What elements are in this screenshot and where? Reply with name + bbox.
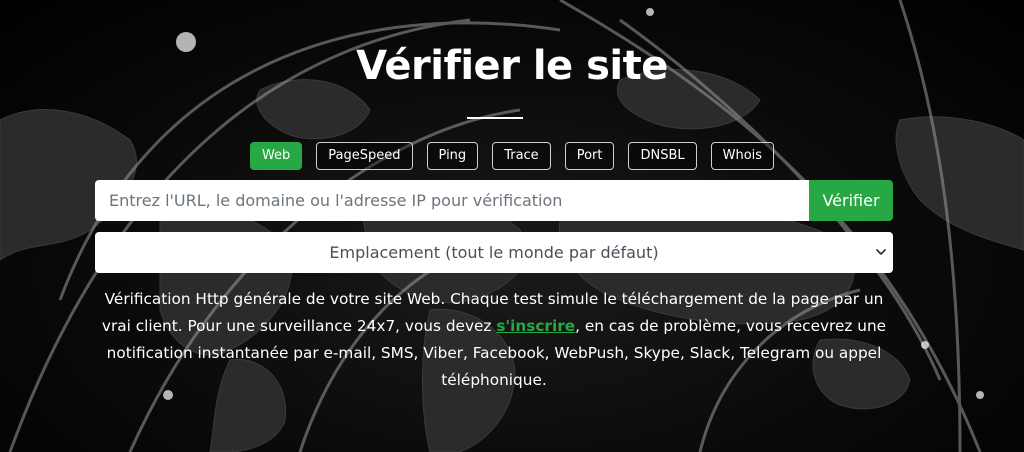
hero-section: Vérifier le site Web PageSpeed Ping Trac… bbox=[0, 0, 1024, 452]
url-input[interactable] bbox=[95, 180, 809, 221]
check-type-tabs: Web PageSpeed Ping Trace Port DNSBL Whoi… bbox=[0, 142, 1024, 170]
tab-web[interactable]: Web bbox=[249, 142, 303, 170]
location-select-value: Emplacement (tout le monde par défaut) bbox=[329, 243, 659, 262]
tab-pagespeed[interactable]: PageSpeed bbox=[316, 142, 413, 170]
chevron-down-icon bbox=[876, 249, 886, 255]
tab-trace[interactable]: Trace bbox=[492, 142, 551, 170]
location-select[interactable]: Emplacement (tout le monde par défaut) bbox=[95, 232, 893, 273]
search-form: Vérifier bbox=[95, 180, 893, 221]
page-title: Vérifier le site bbox=[356, 43, 668, 89]
signup-link[interactable]: s'inscrire bbox=[496, 317, 575, 335]
tab-dnsbl[interactable]: DNSBL bbox=[628, 142, 697, 170]
tab-whois[interactable]: Whois bbox=[710, 142, 775, 170]
title-underline bbox=[467, 117, 523, 119]
description-text: Vérification Http générale de votre site… bbox=[98, 286, 890, 394]
tab-ping[interactable]: Ping bbox=[426, 142, 479, 170]
hero-content: Vérifier le site Web PageSpeed Ping Trac… bbox=[0, 0, 1024, 452]
verify-button[interactable]: Vérifier bbox=[809, 180, 893, 221]
tab-port[interactable]: Port bbox=[564, 142, 615, 170]
